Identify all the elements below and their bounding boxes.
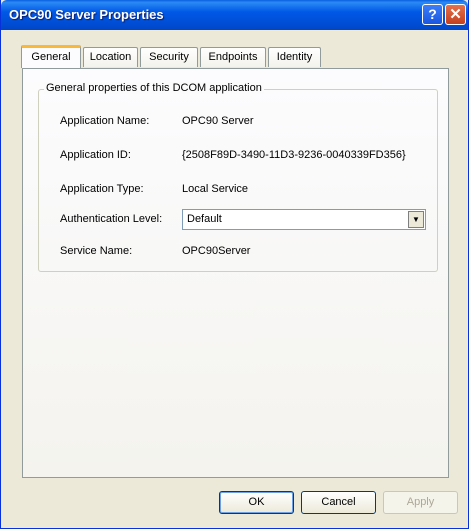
tab-security[interactable]: Security — [140, 47, 198, 67]
authentication-level-value: Default — [187, 213, 222, 225]
general-properties-group: General properties of this DCOM applicat… — [38, 82, 438, 272]
help-icon: ? — [428, 6, 437, 22]
tab-panel-general: General properties of this DCOM applicat… — [22, 68, 449, 478]
tab-location[interactable]: Location — [83, 47, 138, 67]
application-type-label: Application Type: — [60, 183, 144, 195]
application-name-value: OPC90 Server — [182, 115, 254, 127]
authentication-level-select[interactable]: Default ▼ — [182, 209, 426, 230]
title-bar: OPC90 Server Properties ? ✕ — [1, 0, 468, 30]
chevron-down-icon[interactable]: ▼ — [408, 211, 424, 228]
tab-general[interactable]: General — [21, 45, 81, 68]
service-name-value: OPC90Server — [182, 245, 251, 257]
application-name-label: Application Name: — [60, 115, 150, 127]
apply-button[interactable]: Apply — [383, 491, 458, 514]
group-title: General properties of this DCOM applicat… — [44, 82, 264, 94]
ok-button[interactable]: OK — [219, 491, 294, 514]
application-id-value: {2508F89D-3490-11D3-9236-0040339FD356} — [182, 149, 406, 161]
tab-identity[interactable]: Identity — [268, 47, 321, 67]
application-id-label: Application ID: — [60, 149, 131, 161]
close-button[interactable]: ✕ — [445, 4, 466, 25]
application-type-value: Local Service — [182, 183, 249, 195]
cancel-button[interactable]: Cancel — [301, 491, 376, 514]
authentication-level-label: Authentication Level: — [60, 213, 163, 225]
service-name-label: Service Name: — [60, 245, 133, 257]
close-icon: ✕ — [449, 6, 462, 23]
tab-endpoints[interactable]: Endpoints — [200, 47, 266, 67]
properties-dialog: OPC90 Server Properties ? ✕ General Loca… — [0, 0, 469, 529]
help-button[interactable]: ? — [422, 4, 443, 25]
window-title: OPC90 Server Properties — [9, 7, 164, 22]
